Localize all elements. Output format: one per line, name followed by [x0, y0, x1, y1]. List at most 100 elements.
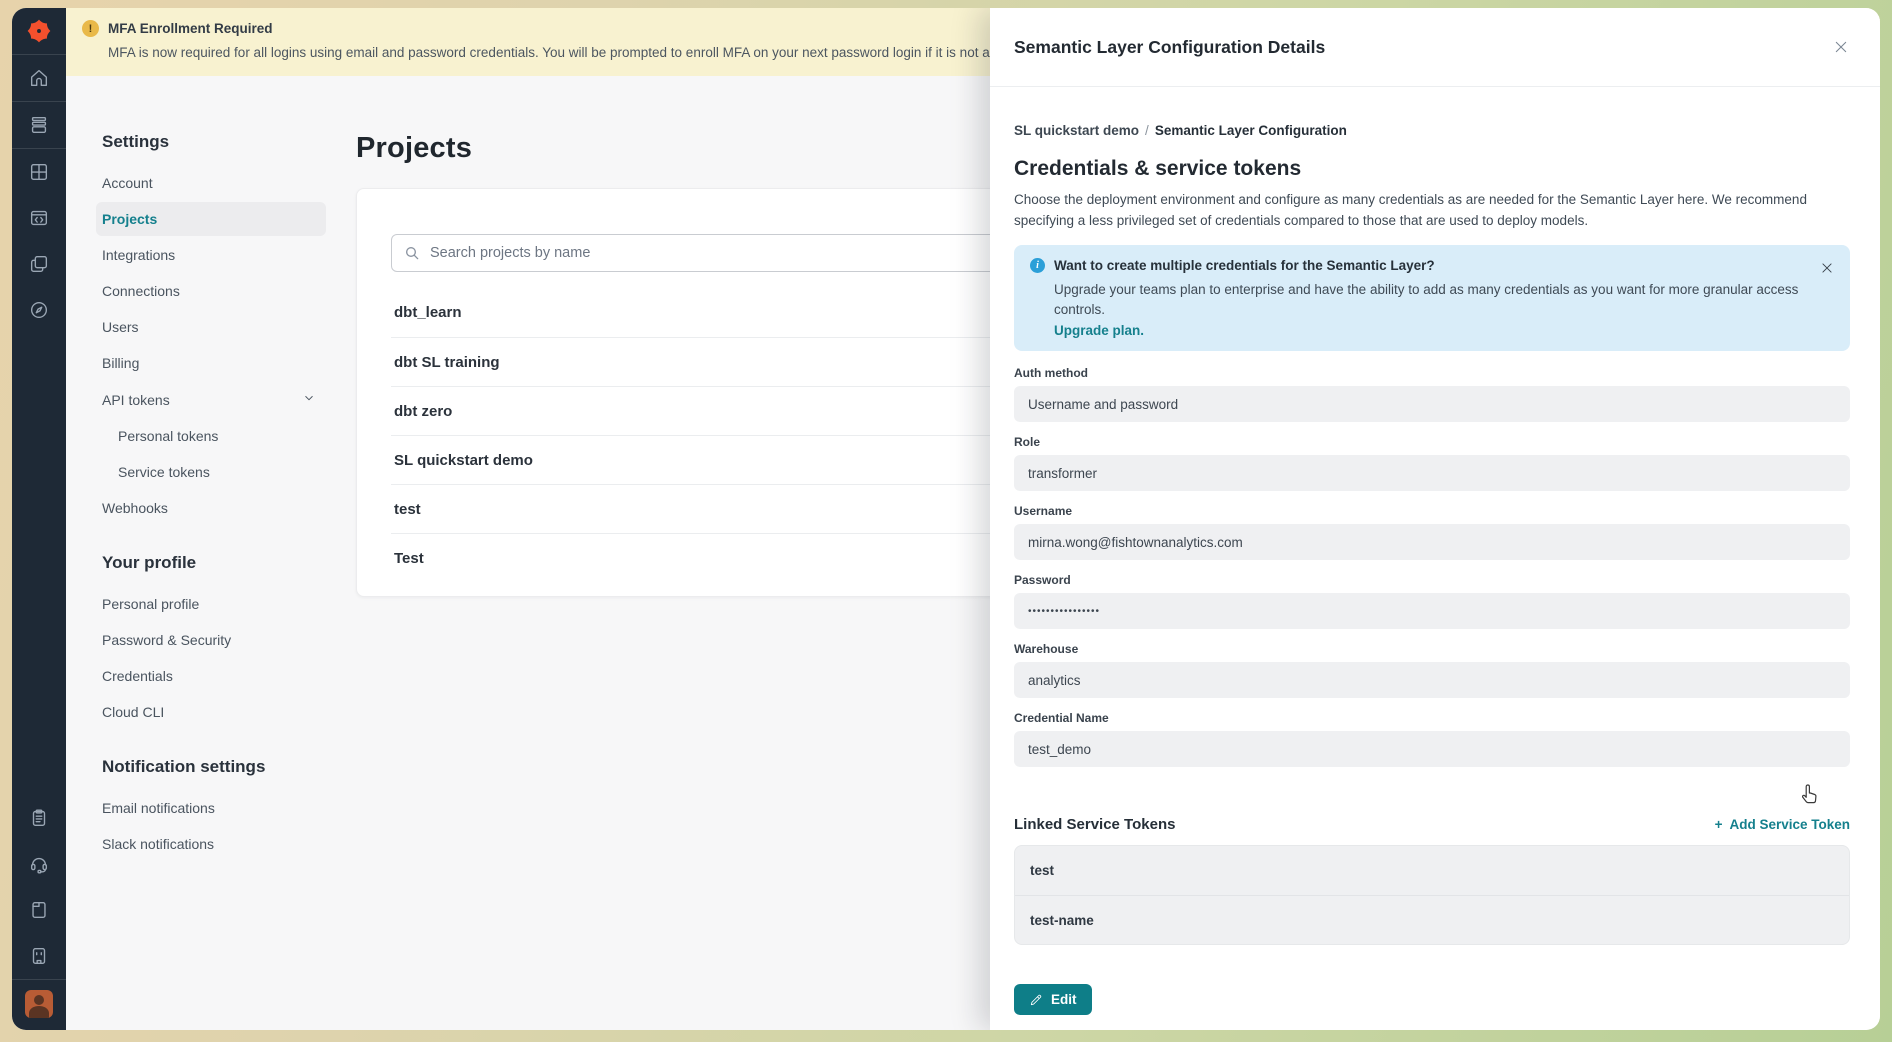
- sidebar-item-label: Email notifications: [102, 800, 215, 816]
- resources-nav[interactable]: [12, 887, 66, 933]
- sidebar-item-users[interactable]: Users: [96, 310, 326, 344]
- auth-method-label: Auth method: [1014, 366, 1850, 380]
- breadcrumb-current: Semantic Layer Configuration: [1155, 123, 1347, 138]
- clipboard-icon: [28, 807, 50, 829]
- password-label: Password: [1014, 573, 1850, 587]
- add-service-token-label: Add Service Token: [1729, 817, 1850, 832]
- sidebar-item-label: Account: [102, 175, 153, 191]
- credentials-form: Auth method Username and password Role tra…: [1014, 366, 1850, 767]
- tasks-nav[interactable]: [12, 795, 66, 841]
- sidebar-item-api-tokens[interactable]: API tokens: [96, 382, 326, 417]
- username-input[interactable]: mirna.wong@fishtownanalytics.com: [1014, 524, 1850, 560]
- warning-icon: !: [82, 20, 99, 37]
- rail-divider: [12, 979, 66, 980]
- nav-gap: [96, 731, 326, 757]
- sidebar-item-email-notifications[interactable]: Email notifications: [96, 791, 326, 825]
- search-input[interactable]: [430, 245, 1058, 261]
- role-input[interactable]: transformer: [1014, 455, 1850, 491]
- sidebar-item-label: Webhooks: [102, 500, 168, 516]
- profile-nav-header: Your profile: [102, 553, 326, 573]
- credential-name-input[interactable]: test_demo: [1014, 731, 1850, 767]
- user-avatar[interactable]: [25, 990, 53, 1018]
- home-icon: [28, 67, 50, 89]
- panel-close-button[interactable]: [1830, 36, 1852, 58]
- organization-nav[interactable]: [12, 933, 66, 979]
- info-banner-title: Want to create multiple credentials for …: [1054, 258, 1435, 273]
- panel-title: Semantic Layer Configuration Details: [1014, 37, 1325, 58]
- docs-pages-icon: [28, 253, 50, 275]
- info-banner-close-button[interactable]: [1816, 257, 1838, 279]
- sidebar-item-label: Personal profile: [102, 596, 199, 612]
- sidebar-item-credentials[interactable]: Credentials: [96, 659, 326, 693]
- develop-ide-icon: [28, 207, 50, 229]
- explore-compass-icon: [28, 299, 50, 321]
- docs-nav[interactable]: [12, 241, 66, 287]
- linked-tokens-header: Linked Service Tokens +Add Service Token: [1014, 816, 1850, 833]
- desktop-background: ! MFA Enrollment Required MFA is now req…: [0, 0, 1892, 1042]
- sidebar-item-label: Personal tokens: [118, 428, 218, 444]
- credential-name-label: Credential Name: [1014, 711, 1850, 725]
- search-icon: [404, 245, 420, 261]
- project-search: [391, 234, 1071, 272]
- notebook-icon: [28, 899, 50, 921]
- support-headset-icon: [28, 853, 50, 875]
- sidebar-item-label: Service tokens: [118, 464, 210, 480]
- panel-body: SL quickstart demo / Semantic Layer Config…: [990, 87, 1880, 1030]
- linked-tokens-title: Linked Service Tokens: [1014, 816, 1175, 833]
- sidebar-item-projects[interactable]: Projects: [96, 202, 326, 236]
- close-icon: [1833, 39, 1849, 55]
- sidebar-item-webhooks[interactable]: Webhooks: [96, 491, 326, 525]
- sidebar-item-cloud-cli[interactable]: Cloud CLI: [96, 695, 326, 729]
- username-label: Username: [1014, 504, 1850, 518]
- support-nav[interactable]: [12, 841, 66, 887]
- upgrade-plan-link[interactable]: Upgrade plan.: [1054, 323, 1810, 338]
- token-row: test: [1015, 846, 1849, 895]
- nav-gap: [96, 527, 326, 553]
- sidebar-item-account[interactable]: Account: [96, 166, 326, 200]
- info-icon: i: [1030, 258, 1045, 273]
- sidebar-item-label: API tokens: [102, 392, 170, 408]
- info-banner-body: Upgrade your teams plan to enterprise an…: [1054, 280, 1810, 321]
- dashboard-nav[interactable]: [12, 149, 66, 195]
- settings-nav-header: Settings: [102, 132, 326, 152]
- semantic-layer-panel: Semantic Layer Configuration Details SL …: [990, 8, 1880, 1030]
- sidebar-item-label: Password & Security: [102, 632, 231, 648]
- sidebar-item-password-security[interactable]: Password & Security: [96, 623, 326, 657]
- dbt-logo-icon: [26, 18, 52, 44]
- explore-nav[interactable]: [12, 287, 66, 333]
- sidebar-item-integrations[interactable]: Integrations: [96, 238, 326, 272]
- password-input[interactable]: ••••••••••••••••: [1014, 593, 1850, 629]
- warehouse-input[interactable]: analytics: [1014, 662, 1850, 698]
- edit-button[interactable]: Edit: [1014, 984, 1092, 1015]
- sidebar-item-label: Connections: [102, 283, 180, 299]
- section-title: Credentials & service tokens: [1014, 157, 1850, 181]
- main-area: ! MFA Enrollment Required MFA is now req…: [66, 8, 1880, 1030]
- sidebar-item-connections[interactable]: Connections: [96, 274, 326, 308]
- breadcrumb-parent[interactable]: SL quickstart demo: [1014, 123, 1139, 138]
- dbt-logo[interactable]: [12, 8, 66, 54]
- home-nav[interactable]: [12, 55, 66, 101]
- edit-button-label: Edit: [1051, 992, 1077, 1007]
- chevron-down-icon: [302, 391, 316, 408]
- token-row: test-name: [1015, 895, 1849, 944]
- linked-tokens-list: test test-name: [1014, 845, 1850, 945]
- breadcrumb-separator: /: [1145, 123, 1149, 138]
- develop-nav[interactable]: [12, 195, 66, 241]
- auth-method-input[interactable]: Username and password: [1014, 386, 1850, 422]
- sidebar-item-label: Integrations: [102, 247, 175, 263]
- sidebar-item-slack-notifications[interactable]: Slack notifications: [96, 827, 326, 861]
- sidebar-item-billing[interactable]: Billing: [96, 346, 326, 380]
- section-description: Choose the deployment environment and co…: [1014, 190, 1850, 232]
- deploy-nav[interactable]: [12, 102, 66, 148]
- sidebar-item-label: Credentials: [102, 668, 173, 684]
- sidebar-item-personal-profile[interactable]: Personal profile: [96, 587, 326, 621]
- notifications-nav-header: Notification settings: [102, 757, 326, 777]
- settings-nav: Settings Account Projects Integrations C…: [96, 132, 326, 863]
- panel-header: Semantic Layer Configuration Details: [990, 8, 1880, 87]
- sidebar-item-personal-tokens[interactable]: Personal tokens: [96, 419, 326, 453]
- dashboard-grid-icon: [28, 161, 50, 183]
- sidebar-item-service-tokens[interactable]: Service tokens: [96, 455, 326, 489]
- sidebar-item-label: Users: [102, 319, 139, 335]
- add-service-token-button[interactable]: +Add Service Token: [1715, 817, 1850, 832]
- role-label: Role: [1014, 435, 1850, 449]
